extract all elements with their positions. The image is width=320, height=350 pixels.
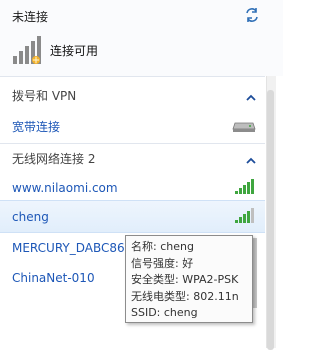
collapse-caret-icon[interactable]: [246, 154, 256, 164]
network-tooltip: 名称: cheng 信号强度: 好 安全类型: WPA2-PSK 无线电类型: …: [125, 235, 253, 323]
refresh-button[interactable]: [243, 6, 261, 24]
connection-status-title: 未连接: [12, 10, 49, 24]
collapse-caret-icon[interactable]: [246, 91, 256, 101]
section-header-wireless[interactable]: 无线网络连接 2: [12, 150, 95, 167]
network-item-chinanet[interactable]: ChinaNet-010: [12, 271, 95, 285]
wifi-signal-icon: [253, 238, 257, 308]
network-item-mercury[interactable]: MERCURY_DABC86: [12, 241, 125, 255]
divider: [0, 76, 265, 77]
network-item-cheng[interactable]: cheng: [12, 210, 49, 224]
connection-available-label: 连接可用: [50, 44, 99, 58]
tooltip-radio-type: 无线电类型: 802.11n: [131, 289, 239, 303]
wifi-signal-icon: [234, 208, 256, 224]
network-item-nilaomi[interactable]: www.nilaomi.com: [12, 181, 118, 195]
divider: [0, 143, 265, 144]
broadband-icon: [232, 121, 256, 133]
tooltip-name: 名称: cheng: [131, 240, 194, 253]
tooltip-ssid: SSID: cheng: [131, 306, 198, 319]
section-header-dialup-vpn[interactable]: 拨号和 VPN: [12, 87, 76, 104]
scrollbar-thumb[interactable]: [267, 90, 274, 350]
tooltip-security-type: 安全类型: WPA2-PSK: [131, 273, 239, 286]
tooltip-signal-strength: 信号强度: 好: [131, 256, 194, 270]
refresh-icon: [246, 8, 258, 22]
network-bars-icon: [11, 36, 45, 66]
wifi-signal-icon: [234, 179, 256, 195]
network-item-broadband[interactable]: 宽带连接: [12, 118, 60, 135]
